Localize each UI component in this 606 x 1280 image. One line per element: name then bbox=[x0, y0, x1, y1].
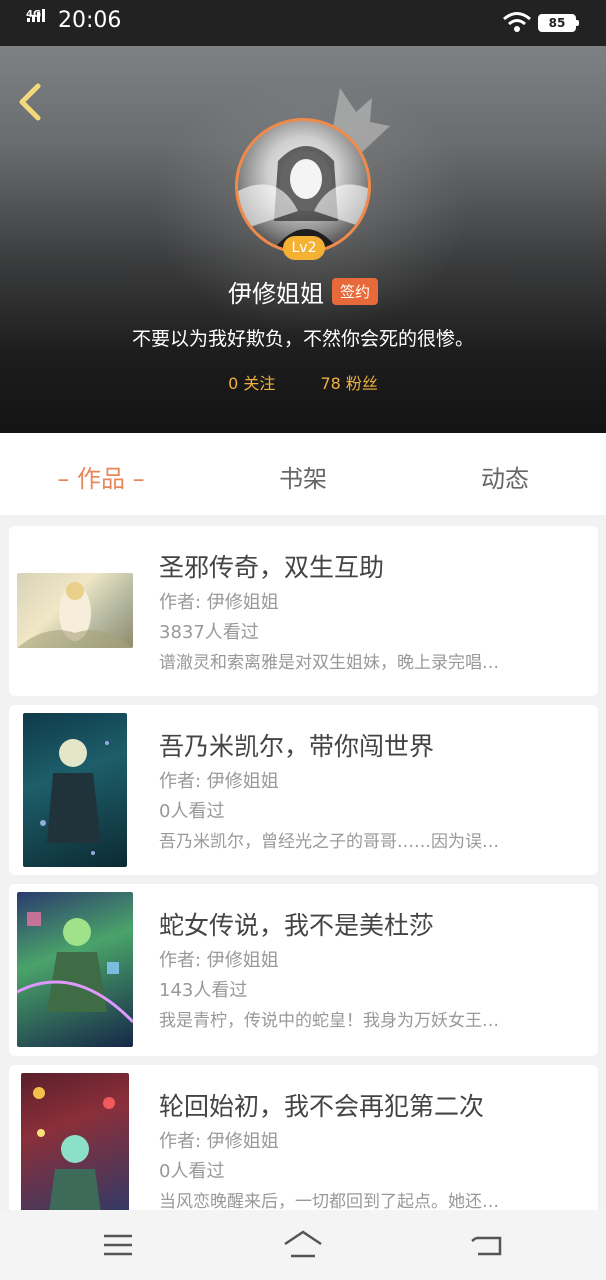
book-cover bbox=[21, 1073, 129, 1210]
tab-activity[interactable]: 动态 bbox=[404, 459, 606, 494]
signed-tag: 签约 bbox=[331, 278, 378, 305]
nickname: 伊修姐姐 bbox=[227, 280, 324, 308]
back-icon[interactable] bbox=[468, 1228, 508, 1262]
book-author: 作者: 伊修姐姐 bbox=[159, 592, 279, 613]
book-title: 吾乃米凯尔，带你闯世界 bbox=[159, 732, 435, 761]
tab-bar: – 作品 – 书架 动态 bbox=[0, 433, 606, 515]
book-description: 当风恋晚醒来后，一切都回到了起点。她还… bbox=[159, 1192, 499, 1210]
book-views: 0人看过 bbox=[159, 801, 225, 822]
book-list: 圣邪传奇，双生互助 作者: 伊修姐姐 3837人看过 谱澈灵和索离雅是对双生姐妹… bbox=[9, 526, 598, 1210]
followers-count[interactable]: 78 粉丝 bbox=[320, 370, 377, 394]
following-count[interactable]: 0 关注 bbox=[228, 370, 275, 394]
book-author: 作者: 伊修姐姐 bbox=[159, 950, 279, 971]
book-title: 蛇女传说，我不是美杜莎 bbox=[159, 911, 435, 940]
book-card[interactable]: 蛇女传说，我不是美杜莎 作者: 伊修姐姐 143人看过 我是青柠，传说中的蛇皇！… bbox=[9, 884, 598, 1056]
book-card[interactable]: 圣邪传奇，双生互助 作者: 伊修姐姐 3837人看过 谱澈灵和索离雅是对双生姐妹… bbox=[9, 526, 598, 696]
book-description: 吾乃米凯尔，曾经光之子的哥哥……因为误… bbox=[159, 832, 499, 852]
profile-header: Lv2 伊修姐姐 签约 不要以为我好欺负，不然你会死的很惨。 0 关注 78 粉丝 bbox=[0, 46, 606, 433]
nickname-row: 伊修姐姐 签约 bbox=[0, 274, 606, 309]
tab-works[interactable]: – 作品 – bbox=[0, 459, 202, 494]
book-views: 3837人看过 bbox=[159, 622, 259, 643]
home-icon[interactable] bbox=[283, 1228, 323, 1262]
book-card[interactable]: 轮回始初，我不会再犯第二次 作者: 伊修姐姐 0人看过 当风恋晚醒来后，一切都回… bbox=[9, 1065, 598, 1210]
back-arrow-icon[interactable] bbox=[14, 82, 50, 122]
book-description: 谱澈灵和索离雅是对双生姐妹，晚上录完唱… bbox=[159, 653, 499, 673]
clock: 20:06 bbox=[58, 8, 122, 33]
book-cover bbox=[17, 892, 133, 1047]
wifi-icon bbox=[503, 12, 531, 32]
system-nav-bar bbox=[0, 1210, 606, 1280]
book-description: 我是青柠，传说中的蛇皇！我身为万妖女王… bbox=[159, 1011, 499, 1031]
book-views: 0人看过 bbox=[159, 1161, 225, 1182]
book-cover bbox=[23, 713, 127, 867]
follow-stats: 0 关注 78 粉丝 bbox=[0, 370, 606, 394]
status-bar: 4G 20:06 85 bbox=[0, 0, 606, 46]
book-cover bbox=[17, 573, 133, 648]
level-badge: Lv2 bbox=[283, 236, 325, 260]
battery-icon: 85 bbox=[538, 14, 579, 32]
book-card[interactable]: 吾乃米凯尔，带你闯世界 作者: 伊修姐姐 0人看过 吾乃米凯尔，曾经光之子的哥哥… bbox=[9, 705, 598, 875]
book-author: 作者: 伊修姐姐 bbox=[159, 1131, 279, 1152]
book-author: 作者: 伊修姐姐 bbox=[159, 771, 279, 792]
avatar-image bbox=[238, 146, 368, 251]
book-views: 143人看过 bbox=[159, 980, 248, 1001]
menu-icon[interactable] bbox=[98, 1228, 138, 1262]
book-title: 圣邪传奇，双生互助 bbox=[159, 553, 385, 582]
book-title: 轮回始初，我不会再犯第二次 bbox=[159, 1092, 485, 1121]
bio-text: 不要以为我好欺负，不然你会死的很惨。 bbox=[131, 328, 474, 350]
avatar[interactable] bbox=[235, 118, 371, 254]
tab-bookshelf[interactable]: 书架 bbox=[202, 459, 404, 494]
